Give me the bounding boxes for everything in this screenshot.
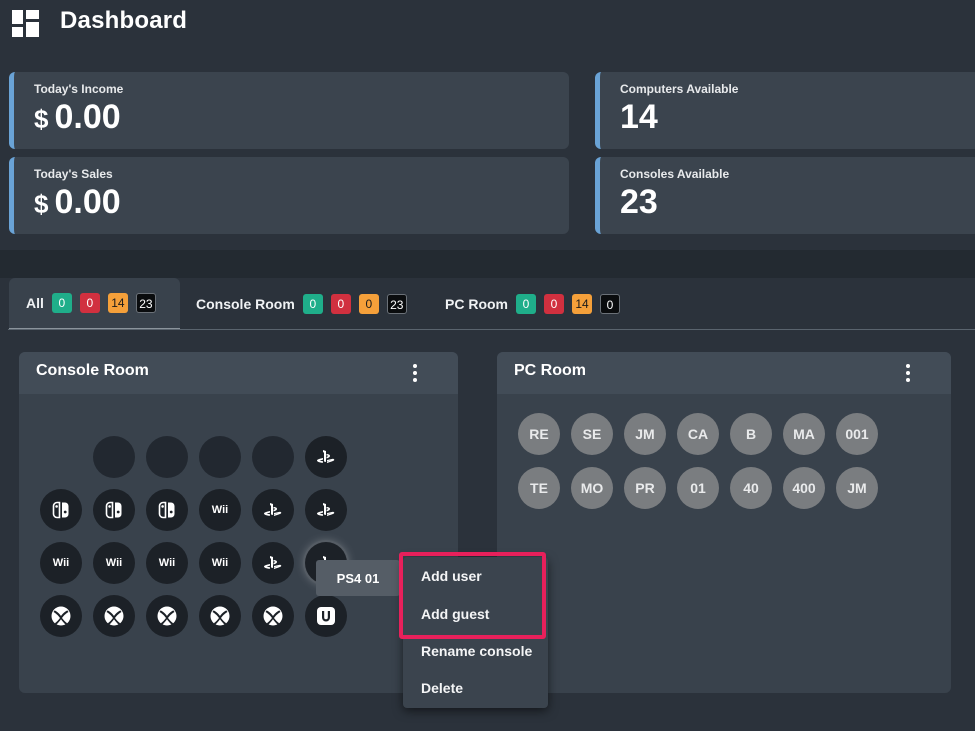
playstation-icon[interactable]: [252, 542, 294, 584]
tabs-underline: [8, 329, 975, 330]
tab-label: PC Room: [445, 296, 508, 312]
badge-red: 0: [330, 294, 351, 314]
xbox-icon[interactable]: [146, 595, 188, 637]
badge-red: 0: [544, 294, 564, 314]
todays-sales-value: $0.00: [34, 183, 121, 222]
currency-symbol: $: [34, 104, 49, 134]
add-guest-menu-item[interactable]: Add guest: [421, 606, 489, 622]
badge-green: 0: [516, 294, 536, 314]
header: Dashboard: [0, 0, 975, 44]
todays-sales-card: Today's Sales $0.00: [9, 157, 569, 234]
wii-label: Wii: [211, 557, 229, 569]
computers-available-label: Computers Available: [620, 82, 739, 96]
pc-station-button[interactable]: MO: [571, 467, 613, 509]
pc-station-button[interactable]: JM: [836, 467, 878, 509]
currency-symbol: $: [34, 189, 49, 219]
todays-income-label: Today's Income: [34, 82, 124, 96]
wii-label: Wii: [211, 504, 229, 516]
todays-sales-label: Today's Sales: [34, 167, 113, 181]
rename-console-menu-item[interactable]: Rename console: [421, 643, 532, 659]
sales-amount: 0.00: [54, 183, 121, 221]
consoles-available-card: Consoles Available 23: [595, 157, 975, 234]
income-amount: 0.00: [54, 98, 121, 136]
badge-orange: 0: [358, 294, 379, 314]
pc-station-button[interactable]: 40: [730, 467, 772, 509]
badge-orange: 14: [572, 294, 592, 314]
tab-label: Console Room: [196, 296, 295, 312]
badge-black: 23: [135, 293, 156, 313]
console-room-panel: Console Room Wii Wii Wii Wii Wii: [19, 352, 458, 693]
tooltip-text: PS4 01: [336, 570, 380, 586]
dashboard-icon: [12, 10, 39, 37]
page-title: Dashboard: [60, 7, 188, 34]
console-room-title: Console Room: [36, 362, 149, 379]
console-room-header: Console Room: [19, 352, 458, 394]
xbox-icon[interactable]: [252, 595, 294, 637]
pc-room-header: PC Room: [497, 352, 951, 394]
todays-income-card: Today's Income $0.00: [9, 72, 569, 149]
pc-room-panel: PC Room RE SE JM CA B MA 001 TE MO PR 01 40 400 JM: [497, 352, 951, 693]
computers-available-value: 14: [620, 98, 658, 136]
playstation-icon[interactable]: [305, 489, 347, 531]
badge-black: 23: [386, 294, 407, 314]
wii-icon[interactable]: Wii: [199, 489, 241, 531]
context-menu: Add user Add guest Rename console Delete: [403, 557, 548, 708]
wii-label: Wii: [105, 557, 123, 569]
wii-icon[interactable]: Wii: [199, 542, 241, 584]
xbox-icon[interactable]: [199, 595, 241, 637]
todays-income-value: $0.00: [34, 98, 121, 137]
pc-station-button[interactable]: PR: [624, 467, 666, 509]
wii-icon[interactable]: Wii: [146, 542, 188, 584]
wii-label: Wii: [158, 557, 176, 569]
badge-green: 0: [302, 294, 323, 314]
wii-icon[interactable]: Wii: [40, 542, 82, 584]
switch-icon[interactable]: [146, 489, 188, 531]
playstation-icon[interactable]: [305, 436, 347, 478]
badge-red: 0: [79, 293, 100, 313]
empty-slot[interactable]: [252, 436, 294, 478]
console-room-menu-icon[interactable]: [412, 364, 418, 382]
badge-black: 0: [600, 294, 620, 314]
tab-console-room[interactable]: Console Room 0 0 0 23: [196, 278, 415, 330]
pc-room-title: PC Room: [514, 362, 586, 379]
section-divider: [0, 250, 975, 278]
pc-station-button[interactable]: 001: [836, 413, 878, 455]
pc-room-menu-icon[interactable]: [905, 364, 911, 382]
console-tooltip: PS4 01: [316, 560, 400, 596]
pc-station-button[interactable]: SE: [571, 413, 613, 455]
pc-station-button[interactable]: TE: [518, 467, 560, 509]
xbox-icon[interactable]: [40, 595, 82, 637]
playstation-icon[interactable]: [252, 489, 294, 531]
consoles-available-label: Consoles Available: [620, 167, 730, 181]
room-tabs: All 0 0 14 23 Console Room 0 0 0 23 PC R…: [0, 278, 975, 330]
pc-station-button[interactable]: 400: [783, 467, 825, 509]
consoles-available-value: 23: [620, 183, 658, 221]
pc-station-button[interactable]: MA: [783, 413, 825, 455]
tab-label: All: [26, 295, 44, 311]
empty-slot[interactable]: [93, 436, 135, 478]
badge-orange: 14: [107, 293, 128, 313]
tab-all[interactable]: All 0 0 14 23: [9, 278, 180, 330]
empty-slot[interactable]: [146, 436, 188, 478]
badge-green: 0: [51, 293, 72, 313]
wii-label: Wii: [52, 557, 70, 569]
pc-station-button[interactable]: 01: [677, 467, 719, 509]
add-user-menu-item[interactable]: Add user: [421, 568, 482, 584]
tab-pc-room[interactable]: PC Room 0 0 14 0: [445, 278, 628, 330]
wii-icon[interactable]: Wii: [93, 542, 135, 584]
wiiu-icon[interactable]: [305, 595, 347, 637]
empty-slot[interactable]: [199, 436, 241, 478]
switch-icon[interactable]: [40, 489, 82, 531]
xbox-icon[interactable]: [93, 595, 135, 637]
pc-station-button[interactable]: CA: [677, 413, 719, 455]
delete-menu-item[interactable]: Delete: [421, 680, 463, 696]
switch-icon[interactable]: [93, 489, 135, 531]
pc-station-button[interactable]: B: [730, 413, 772, 455]
pc-station-button[interactable]: JM: [624, 413, 666, 455]
pc-station-button[interactable]: RE: [518, 413, 560, 455]
computers-available-card: Computers Available 14: [595, 72, 975, 149]
